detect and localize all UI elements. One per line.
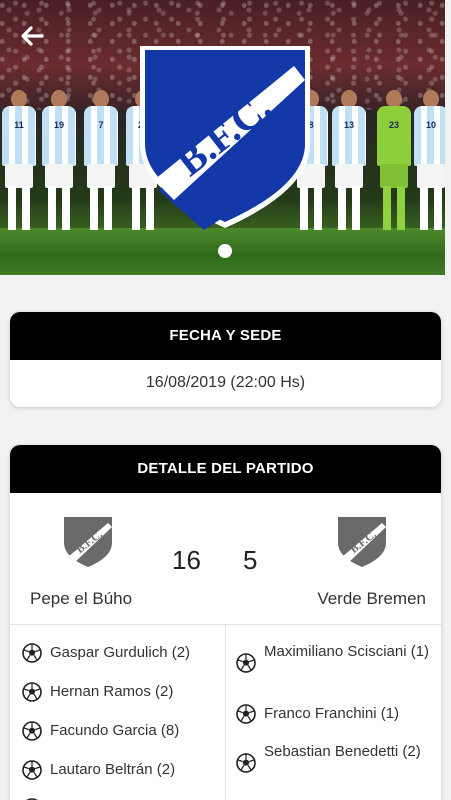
shirt-number: 10 (425, 120, 436, 130)
scorer-item: Facundo Garcia (8) (22, 720, 179, 741)
scorer-name: Sebastian Benedetti (2) (264, 743, 421, 760)
shirt-number: 11 (14, 120, 24, 130)
scorer-item: Franco Franchini (1) (236, 703, 399, 724)
scorer-item: Sebastian Benedetti (2) (236, 741, 434, 773)
scorer-name: Lautaro Beltrán (2) (50, 761, 176, 778)
scorer-item: Gaspar Gurdulich (2) (22, 642, 190, 663)
match-datetime: 16/08/2019 (22:00 Hs) (145, 374, 306, 391)
soccer-ball-icon (22, 760, 42, 780)
home-score: 16 (172, 545, 201, 575)
scorer-name: Facundo Garcia (8) (50, 722, 180, 739)
player-figure: 10 (412, 90, 445, 230)
shirt-number: 7 (98, 120, 104, 130)
away-score: 5 (243, 545, 258, 575)
player-figure: 13 (330, 90, 368, 230)
soccer-ball-icon (22, 682, 42, 702)
hero-banner: 11 19 7 24 8 13 23 10 B.F.C. (0, 0, 445, 275)
soccer-ball-icon (236, 753, 256, 773)
away-team-name: Verde Bremen (317, 589, 426, 608)
scorer-item: Hernan Ramos (2) (22, 681, 173, 702)
carousel-dot[interactable] (218, 244, 232, 258)
scorer-name: Gaspar Gurdulich (2) (50, 644, 191, 661)
away-team-crest-icon: B.F.C. (338, 517, 386, 567)
goalkeeper-figure: 23 (375, 90, 413, 230)
soccer-ball-icon (236, 653, 256, 673)
scorer-name: Franco Franchini (1) (264, 705, 400, 722)
column-divider (225, 625, 226, 800)
match-detail-card: DETALLE DEL PARTIDO B.F.C. 16 5 B.F.C. P… (10, 445, 441, 800)
soccer-ball-icon (22, 721, 42, 741)
scorer-item: Maximiliano Scisciani (1) (236, 641, 434, 673)
scorers-section: Gaspar Gurdulich (2) Hernan Ramos (2) Fa… (10, 625, 441, 800)
fecha-sede-title: FECHA Y SEDE (10, 312, 441, 360)
home-team-name: Pepe el Búho (30, 589, 133, 608)
shirt-number: 23 (388, 120, 399, 130)
soccer-ball-icon (22, 643, 42, 663)
scoreboard: B.F.C. 16 5 B.F.C. Pepe el Búho Verde Br… (10, 493, 441, 625)
player-figure: 7 (82, 90, 120, 230)
home-team-crest-icon: B.F.C. (64, 517, 112, 567)
match-detail-title: DETALLE DEL PARTIDO (10, 445, 441, 493)
back-arrow-icon[interactable] (18, 22, 46, 50)
player-figure: 19 (40, 90, 78, 230)
soccer-ball-icon (236, 704, 256, 724)
scorer-name: Maximiliano Scisciani (1) (264, 643, 430, 660)
shirt-number: 13 (343, 120, 354, 130)
player-figure: 11 (0, 90, 38, 230)
scorer-item: Lautaro Beltrán (2) (22, 759, 175, 780)
shirt-number: 19 (53, 120, 64, 130)
club-crest-logo: B.F.C. (140, 46, 310, 230)
scorer-name: Hernan Ramos (2) (50, 683, 174, 700)
fecha-sede-card: FECHA Y SEDE 16/08/2019 (22:00 Hs) (10, 312, 441, 407)
